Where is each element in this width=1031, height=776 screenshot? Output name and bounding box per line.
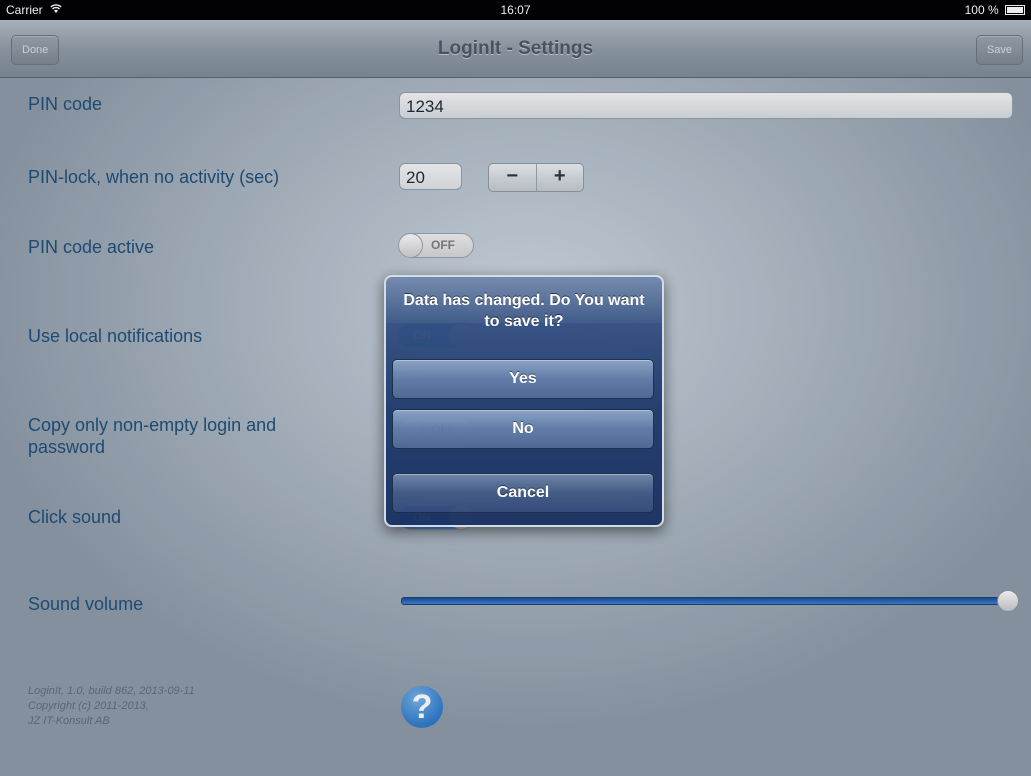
alert-cancel-button[interactable]: Cancel bbox=[392, 473, 654, 513]
alert-yes-button[interactable]: Yes bbox=[392, 359, 654, 399]
alert-message: Data has changed. Do You want to save it… bbox=[403, 292, 645, 330]
alert-no-button[interactable]: No bbox=[392, 409, 654, 449]
save-changes-alert: Data has changed. Do You want to save it… bbox=[384, 275, 664, 527]
